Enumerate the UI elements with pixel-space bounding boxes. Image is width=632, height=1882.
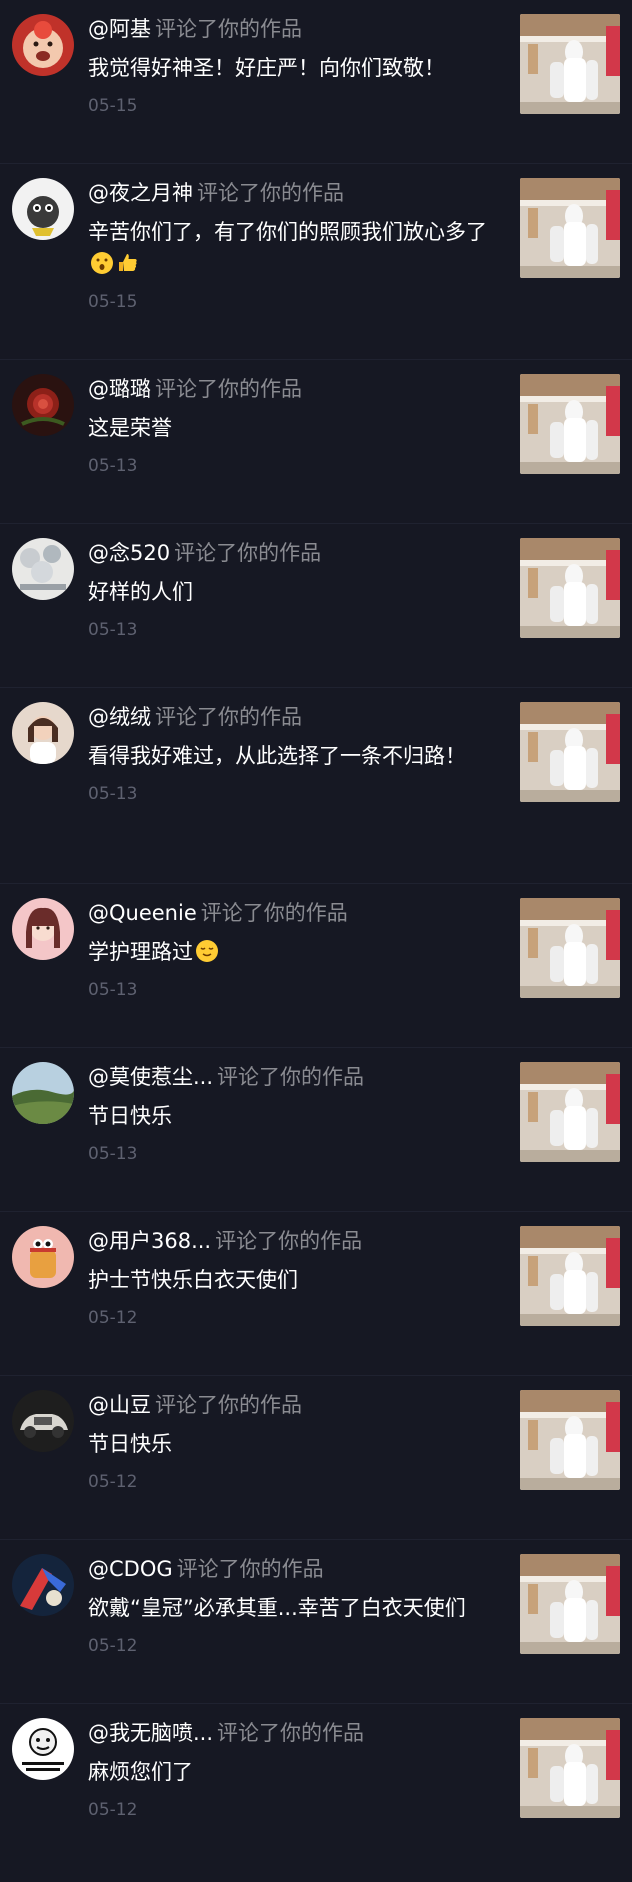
video-thumbnail[interactable]	[520, 1718, 620, 1818]
flower-photo-avatar[interactable]	[12, 538, 74, 600]
username-link[interactable]: @我无脑喷...	[88, 1721, 213, 1745]
video-thumbnail[interactable]	[520, 1226, 620, 1326]
username-link[interactable]: @绒绒	[88, 705, 151, 729]
username-link[interactable]: @璐璐	[88, 377, 151, 401]
video-thumbnail[interactable]	[520, 374, 620, 474]
video-thumbnail[interactable]	[520, 1554, 620, 1654]
comment-text: 我觉得好神圣！好庄严！向你们致敬！	[88, 56, 445, 80]
action-text: 评论了你的作品	[155, 705, 302, 729]
cartoon-cup-avatar[interactable]	[12, 1226, 74, 1288]
comment-text: 麻烦您们了	[88, 1760, 193, 1784]
comment-text: 学护理路过	[88, 936, 488, 968]
notification-item[interactable]: @山豆 评论了你的作品 节日快乐 05-12	[0, 1376, 632, 1540]
action-text: 评论了你的作品	[217, 1065, 365, 1089]
action-text: 评论了你的作品	[200, 901, 348, 925]
cartoon-character-avatar[interactable]	[12, 178, 74, 240]
action-text: 评论了你的作品	[217, 1721, 365, 1745]
comment-text: 护士节快乐白衣天使们	[88, 1268, 298, 1292]
comment-text: 节日快乐	[88, 1432, 172, 1456]
notification-item[interactable]: @莫使惹尘... 评论了你的作品 节日快乐 05-13	[0, 1048, 632, 1212]
timestamp: 05-13	[88, 620, 138, 640]
username-link[interactable]: @CDOG	[88, 1557, 173, 1581]
comment-text: 节日快乐	[88, 1104, 172, 1128]
timestamp: 05-15	[88, 96, 138, 116]
video-thumbnail[interactable]	[520, 702, 620, 802]
action-text: 评论了你的作品	[155, 1393, 302, 1417]
comment-text: 这是荣誉	[88, 416, 172, 440]
relieved-face-emoji	[195, 939, 219, 963]
timestamp: 05-13	[88, 456, 138, 476]
notification-list: @阿基 评论了你的作品 我觉得好神圣！好庄严！向你们致敬！ 05-15 @夜之月神…	[0, 0, 632, 1850]
notification-item[interactable]: @用户368... 评论了你的作品 护士节快乐白衣天使们 05-12	[0, 1212, 632, 1376]
notification-item[interactable]: @Queenie 评论了你的作品 学护理路过 05-13	[0, 884, 632, 1048]
landscape-avatar[interactable]	[12, 1062, 74, 1124]
video-thumbnail[interactable]	[520, 1390, 620, 1490]
timestamp: 05-13	[88, 784, 138, 804]
username-link[interactable]: @用户368...	[88, 1229, 211, 1253]
action-text: 评论了你的作品	[155, 17, 302, 41]
video-thumbnail[interactable]	[520, 178, 620, 278]
action-text: 评论了你的作品	[215, 1229, 363, 1253]
video-thumbnail[interactable]	[520, 538, 620, 638]
notification-item[interactable]: @我无脑喷... 评论了你的作品 麻烦您们了 05-12	[0, 1704, 632, 1882]
surprised-face-emoji	[90, 251, 114, 275]
action-text: 评论了你的作品	[174, 541, 322, 565]
timestamp: 05-13	[88, 980, 138, 1000]
notification-item[interactable]: @夜之月神 评论了你的作品 辛苦你们了，有了你们的照顾我们放心多了 05-15	[0, 164, 632, 360]
comment-text: 好样的人们	[88, 580, 193, 604]
timestamp: 05-15	[88, 292, 138, 312]
timestamp: 05-12	[88, 1636, 138, 1656]
notification-item[interactable]: @璐璐 评论了你的作品 这是荣誉 05-13	[0, 360, 632, 524]
meme-face-avatar[interactable]	[12, 1718, 74, 1780]
girl-portrait-avatar[interactable]	[12, 898, 74, 960]
username-link[interactable]: @阿基	[88, 17, 151, 41]
comment-text: 欲戴“皇冠”必承其重...幸苦了白衣天使们	[88, 1596, 466, 1620]
notification-item[interactable]: @绒绒 评论了你的作品 看得我好难过，从此选择了一条不归路！ 05-13	[0, 688, 632, 884]
abstract-avatar[interactable]	[12, 1554, 74, 1616]
girl-portrait-avatar[interactable]	[12, 702, 74, 764]
notification-item[interactable]: @念520 评论了你的作品 好样的人们 05-13	[0, 524, 632, 688]
video-thumbnail[interactable]	[520, 898, 620, 998]
timestamp: 05-12	[88, 1800, 138, 1820]
rose-avatar[interactable]	[12, 374, 74, 436]
action-text: 评论了你的作品	[155, 377, 302, 401]
username-link[interactable]: @夜之月神	[88, 181, 193, 205]
video-thumbnail[interactable]	[520, 14, 620, 114]
action-text: 评论了你的作品	[197, 181, 344, 205]
baby-face-avatar[interactable]	[12, 14, 74, 76]
username-link[interactable]: @念520	[88, 541, 170, 565]
comment-text: 看得我好难过，从此选择了一条不归路！	[88, 744, 466, 768]
notification-item[interactable]: @CDOG 评论了你的作品 欲戴“皇冠”必承其重...幸苦了白衣天使们 05-12	[0, 1540, 632, 1704]
notification-item[interactable]: @阿基 评论了你的作品 我觉得好神圣！好庄严！向你们致敬！ 05-15	[0, 0, 632, 164]
comment-text: 辛苦你们了，有了你们的照顾我们放心多了	[88, 216, 488, 280]
video-thumbnail[interactable]	[520, 1062, 620, 1162]
timestamp: 05-13	[88, 1144, 138, 1164]
action-text: 评论了你的作品	[176, 1557, 324, 1581]
username-link[interactable]: @山豆	[88, 1393, 151, 1417]
timestamp: 05-12	[88, 1308, 138, 1328]
username-link[interactable]: @Queenie	[88, 901, 197, 925]
username-link[interactable]: @莫使惹尘...	[88, 1065, 213, 1089]
car-avatar[interactable]	[12, 1390, 74, 1452]
timestamp: 05-12	[88, 1472, 138, 1492]
thumbs-up-emoji	[116, 251, 140, 275]
